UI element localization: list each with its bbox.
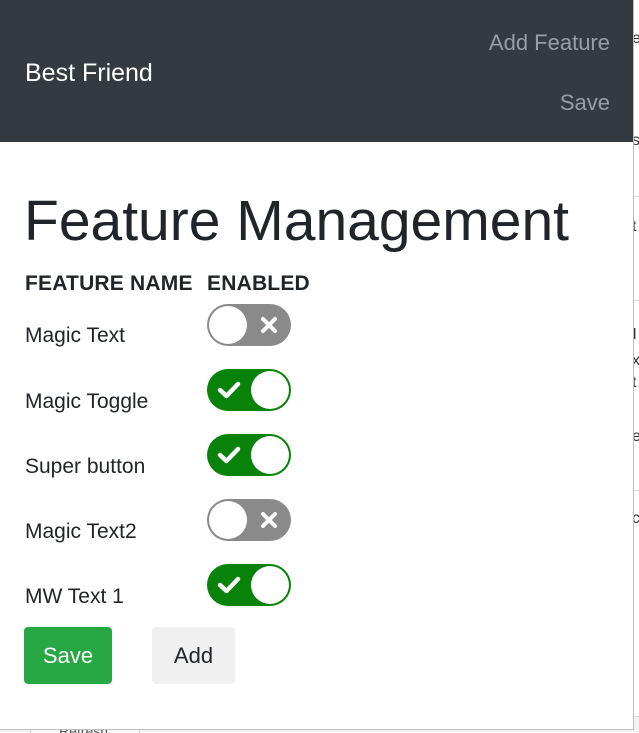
navbar: Best Friend Add Feature Save <box>0 0 633 142</box>
feature-row: Magic Text2 <box>0 499 633 559</box>
nav-save-link[interactable]: Save <box>560 88 610 118</box>
feature-toggle[interactable] <box>207 369 291 411</box>
feature-row: Super button <box>0 434 633 494</box>
feature-toggle[interactable] <box>207 304 291 346</box>
save-button[interactable]: Save <box>24 627 112 684</box>
toggle-knob <box>251 566 289 604</box>
toggle-knob <box>209 501 247 539</box>
feature-row: Magic Toggle <box>0 369 633 429</box>
feature-management-popup: Best Friend Add Feature Save Feature Man… <box>0 0 634 730</box>
toggle-knob <box>251 436 289 474</box>
feature-name: MW Text 1 <box>25 585 124 608</box>
feature-toggle[interactable] <box>207 434 291 476</box>
navbar-brand[interactable]: Best Friend <box>25 55 153 91</box>
toggle-knob <box>251 371 289 409</box>
check-icon <box>209 369 249 411</box>
check-icon <box>209 564 249 606</box>
feature-name: Magic Toggle <box>25 390 149 413</box>
feature-name: Super button <box>25 455 146 478</box>
page-title: Feature Management <box>24 189 569 253</box>
x-icon <box>249 304 289 346</box>
nav-add-feature-link[interactable]: Add Feature <box>489 28 610 58</box>
feature-toggle[interactable] <box>207 499 291 541</box>
feature-row: Magic Text <box>0 304 633 364</box>
feature-name: Magic Text <box>25 324 125 347</box>
toggle-knob <box>209 306 247 344</box>
feature-name: Magic Text2 <box>25 520 137 543</box>
add-button[interactable]: Add <box>152 627 235 684</box>
feature-toggle[interactable] <box>207 564 291 606</box>
check-icon <box>209 434 249 476</box>
column-header-feature-name: FEATURE NAME <box>25 272 193 295</box>
column-header-enabled: ENABLED <box>207 272 310 295</box>
feature-row: MW Text 1 <box>0 564 633 624</box>
x-icon <box>249 499 289 541</box>
